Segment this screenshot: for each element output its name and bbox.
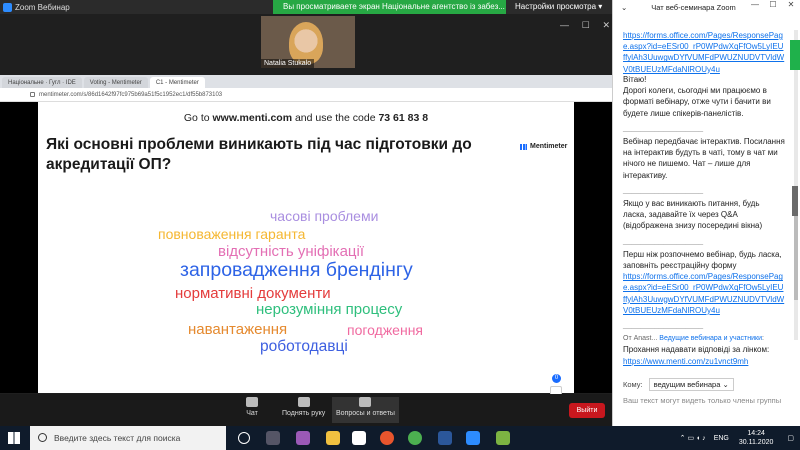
raise-hand-button[interactable]: Поднять руку xyxy=(282,397,325,417)
chat-button[interactable]: Чат xyxy=(246,397,258,417)
opera-icon[interactable] xyxy=(380,431,394,445)
chat-message-meta: От Anast... Ведущие вебинара и участники… xyxy=(623,335,764,343)
system-tray: ⌃ ▭ ◖ ♪ ENG 14:24 30.11.2020 ▢ xyxy=(680,426,800,450)
qa-icon xyxy=(359,397,372,407)
zoom-toolbar: Чат Поднять руку Вопросы и ответы xyxy=(0,394,612,426)
chat-separator: __________________ xyxy=(623,184,704,194)
word-cloud-word: нормативні документи xyxy=(175,285,331,302)
chat-message: Дорогі колеги, сьогодні ми працюємо в фо… xyxy=(623,86,771,118)
close-icon[interactable]: ✕ xyxy=(782,0,800,9)
word-cloud-word: відсутність уніфікації xyxy=(218,243,365,260)
shared-browser: Національне · Гугл · IDE Voting - Mentim… xyxy=(0,75,612,396)
chat-separator: __________________ xyxy=(623,122,704,132)
chat-message: Вебінар передбачає інтерактив. Посилання… xyxy=(623,137,785,180)
window-title: Zoom Вебинар xyxy=(15,2,70,12)
taskbar-search[interactable]: Введите здесь текст для поиска xyxy=(30,426,226,450)
notification-icon[interactable]: ▢ xyxy=(787,434,794,442)
chat-message: Вітаю! xyxy=(623,75,647,84)
chat-scrollbar[interactable] xyxy=(794,30,798,340)
word-cloud-word: часові проблеми xyxy=(270,208,379,224)
app-icon[interactable] xyxy=(296,431,310,445)
windows-start-icon[interactable] xyxy=(8,432,20,444)
page-margin-right xyxy=(574,102,612,393)
hand-icon xyxy=(297,397,310,407)
restore-icon[interactable]: ☐ xyxy=(764,0,782,9)
mentimeter-slide: Go to www.menti.com and use the code 73 … xyxy=(38,102,574,396)
word-cloud-word: погодження xyxy=(347,322,424,338)
menti-site: www.menti.com xyxy=(212,112,293,124)
browser-tab[interactable]: Voting - Mentimeter xyxy=(83,77,148,88)
chat-separator: __________________ xyxy=(623,235,704,245)
chat-message: Якщо у вас виникають питання, будь ласка… xyxy=(623,199,763,231)
search-icon xyxy=(38,433,47,442)
word-cloud-word: роботодавці xyxy=(260,338,348,355)
chat-link[interactable]: https://forms.office.com/Pages/ResponseP… xyxy=(623,271,785,316)
chat-window-controls: — ☐ ✕ xyxy=(746,0,800,9)
poll-question: Які основні проблеми виникають під час п… xyxy=(46,136,472,173)
address-bar[interactable]: mentimeter.com/s/86d1642f97fc975b69a51f5… xyxy=(0,88,612,102)
chat-title: Чат веб-семинара Zoom xyxy=(651,2,736,12)
view-settings-button[interactable]: Настройки просмотра ▾ xyxy=(509,0,609,14)
chat-separator: __________________ xyxy=(623,320,704,330)
chevron-down-icon[interactable]: ⌄ xyxy=(621,3,627,12)
chat-link[interactable]: https://www.menti.com/zu1vnct9mh xyxy=(623,356,785,367)
lock-icon xyxy=(30,92,35,97)
word-cloud-word: навантаження xyxy=(188,321,288,338)
word-cloud-word: запровадження брендінгу xyxy=(180,259,413,281)
chrome-icon[interactable] xyxy=(408,431,422,445)
word-icon[interactable] xyxy=(438,431,452,445)
url-text: mentimeter.com/s/86d1642f97fc975b69a51f5… xyxy=(39,91,223,98)
chat-recipient: Кому: ведущим вебинара ⌄ xyxy=(623,378,734,391)
side-scroll-handle[interactable] xyxy=(792,186,798,216)
chat-message: Прохання надавати відповіді за лінком: xyxy=(623,345,770,355)
page-margin-left xyxy=(0,102,38,393)
app-icon[interactable] xyxy=(496,431,510,445)
word-cloud-word: повноваження гаранта xyxy=(158,226,306,242)
windows-taskbar: Введите здесь текст для поиска ⌃ ▭ ◖ ♪ E… xyxy=(0,426,800,450)
minimize-icon[interactable]: — xyxy=(560,20,569,31)
tray-icons[interactable]: ⌃ ▭ ◖ ♪ xyxy=(680,434,706,442)
browser-tabstrip: Національне · Гугл · IDE Voting - Mentim… xyxy=(0,75,612,88)
participant-name: Natalia Stukalo xyxy=(261,59,315,68)
file-explorer-icon[interactable] xyxy=(326,431,340,445)
share-banner: Вы просматриваете экран Національне аген… xyxy=(273,0,506,14)
zoom-logo-icon xyxy=(3,2,12,12)
participant-video[interactable]: Natalia Stukalo xyxy=(261,16,355,68)
qa-button[interactable]: Вопросы и ответы xyxy=(332,397,399,423)
leave-button[interactable]: Выйти xyxy=(569,403,605,418)
chat-message: Перш ніж розпочнемо вебінар, будь ласка,… xyxy=(623,249,782,271)
mentimeter-logo-icon xyxy=(520,143,527,150)
minimize-icon[interactable]: — xyxy=(746,0,764,9)
chat-panel: ⌄ Чат веб-семинара Zoom — ☐ ✕ https://fo… xyxy=(612,0,800,426)
side-badge xyxy=(790,40,800,70)
cortana-icon[interactable] xyxy=(238,432,250,444)
word-cloud-word: нерозуміння процесу xyxy=(256,301,403,318)
chat-link[interactable]: https://forms.office.com/Pages/ResponseP… xyxy=(623,30,785,74)
audience-count-badge: 0 xyxy=(552,374,561,383)
chat-messages: https://forms.office.com/Pages/ResponseP… xyxy=(623,30,785,367)
participant-face xyxy=(289,22,323,64)
chat-icon xyxy=(246,397,258,407)
restore-icon[interactable]: ☐ xyxy=(582,20,590,31)
language-indicator[interactable]: ENG xyxy=(714,435,729,442)
zoom-window-controls: — ☐ ✕ xyxy=(560,20,610,31)
recipient-select[interactable]: ведущим вебинара ⌄ xyxy=(648,378,734,391)
close-icon[interactable]: ✕ xyxy=(602,20,610,31)
menti-code: 73 61 83 8 xyxy=(378,112,429,124)
join-instructions: Go to www.menti.com and use the code 73 … xyxy=(183,112,429,124)
store-icon[interactable] xyxy=(352,431,366,445)
chat-input[interactable]: Ваш текст могут видеть только члены груп… xyxy=(623,396,781,405)
task-view-icon[interactable] xyxy=(266,431,280,445)
clock[interactable]: 14:24 30.11.2020 xyxy=(739,429,774,447)
browser-tab-active[interactable]: C1 - Mentimeter xyxy=(149,77,205,88)
browser-tab[interactable]: Національне · Гугл · IDE xyxy=(2,77,82,88)
mentimeter-logo: Mentimeter xyxy=(520,143,567,150)
zoom-icon[interactable] xyxy=(466,431,480,445)
